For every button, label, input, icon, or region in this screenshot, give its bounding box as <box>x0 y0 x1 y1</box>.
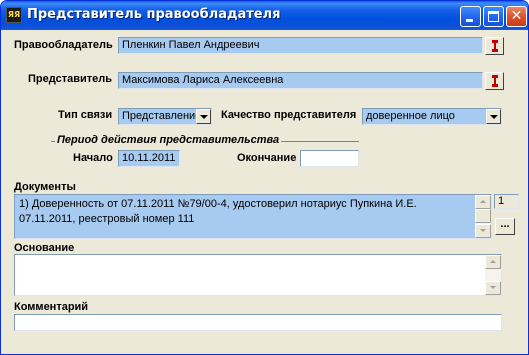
relation-type-value: Представление <box>122 110 202 122</box>
relation-type-select[interactable]: Представление <box>118 108 212 125</box>
pick-representative-button[interactable] <box>485 72 504 90</box>
copyright-holder-field[interactable]: Пленкин Павел Андреевич <box>118 37 483 54</box>
close-icon: ✕ <box>510 8 523 24</box>
representative-field[interactable]: Максимова Лариса Алексеевна <box>118 72 483 89</box>
pick-person-icon <box>492 75 498 87</box>
representative-quality-label: Качество представителя <box>221 109 357 121</box>
start-date-label: Начало <box>73 152 113 164</box>
representative-quality-select[interactable]: доверенное лицо <box>362 108 502 125</box>
representative-quality-value: доверенное лицо <box>366 110 455 122</box>
minimize-button[interactable] <box>460 6 481 27</box>
start-date-field[interactable]: 10.11.2011 <box>118 150 180 167</box>
chevron-down-icon[interactable] <box>196 109 211 124</box>
dialog-window: ЯЯ Представитель правообладателя ✕ Право… <box>0 0 529 355</box>
comment-field[interactable] <box>14 314 502 331</box>
maximize-button[interactable] <box>483 6 504 27</box>
documents-count: 1 <box>494 194 519 209</box>
chevron-down-icon[interactable] <box>486 109 501 124</box>
scroll-down-icon[interactable] <box>475 224 491 238</box>
scroll-down-icon[interactable] <box>485 281 501 295</box>
documents-label: Документы <box>14 181 76 193</box>
documents-scrollbar[interactable] <box>475 195 491 238</box>
close-button[interactable]: ✕ <box>506 6 527 27</box>
representative-label: Представитель <box>28 73 112 85</box>
scroll-up-icon[interactable] <box>475 195 491 209</box>
maximize-icon <box>488 11 499 22</box>
copyright-holder-label: Правообладатель <box>14 39 113 51</box>
relation-type-label: Тип связи <box>58 109 113 121</box>
pick-copyright-holder-button[interactable] <box>485 37 504 55</box>
basis-label: Основание <box>14 242 75 254</box>
end-date-field[interactable] <box>300 150 359 167</box>
end-date-label: Окончание <box>237 152 297 164</box>
period-group-title: Период действия представительства <box>55 134 282 146</box>
basis-textarea[interactable] <box>14 254 502 296</box>
pick-person-icon <box>492 40 498 52</box>
documents-list[interactable]: 1) Доверенность от 07.11.2011 №79/00-4, … <box>14 194 492 239</box>
title-bar[interactable]: ЯЯ Представитель правообладателя ✕ <box>1 1 528 30</box>
documents-text: 1) Доверенность от 07.11.2011 №79/00-4, … <box>19 198 417 225</box>
scroll-up-icon[interactable] <box>485 255 501 269</box>
window-title: Представитель правообладателя <box>27 7 281 22</box>
app-icon: ЯЯ <box>6 7 22 23</box>
scroll-thumb[interactable] <box>475 209 491 223</box>
browse-documents-button[interactable]: ... <box>495 218 515 235</box>
basis-scrollbar[interactable] <box>485 255 501 295</box>
comment-label: Комментарий <box>14 301 89 313</box>
minimize-icon <box>466 19 473 22</box>
